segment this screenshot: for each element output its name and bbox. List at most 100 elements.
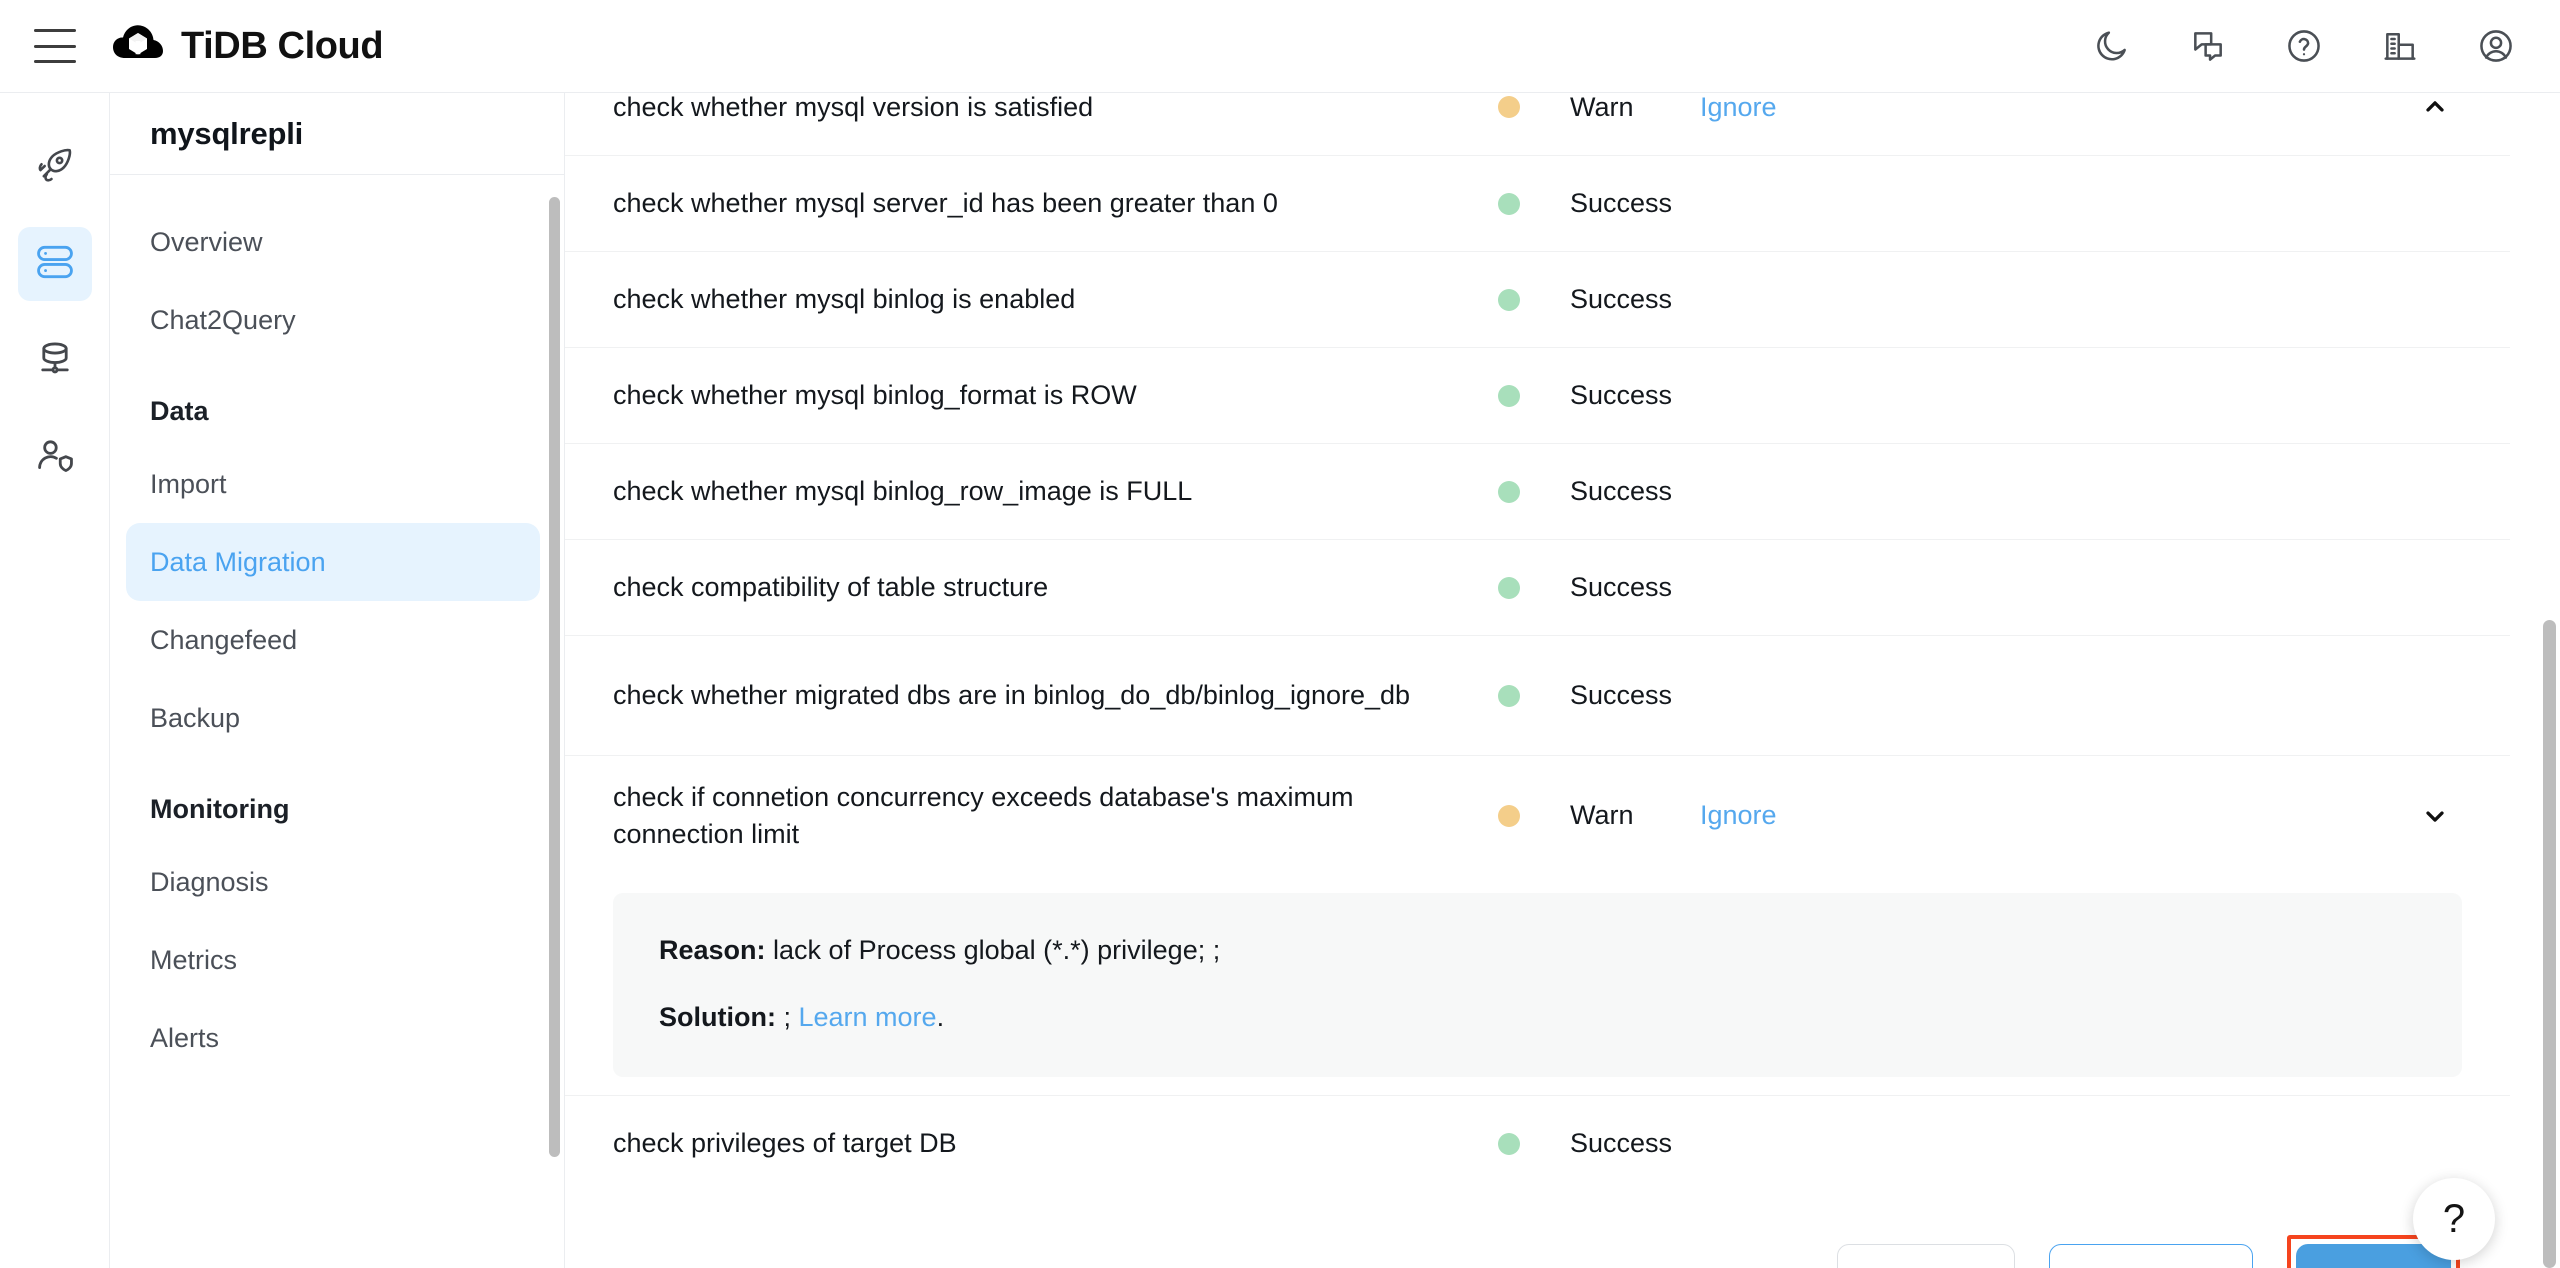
status-badge: Success xyxy=(1570,1128,1673,1159)
detail-reason-text: lack of Process global (*.*) privilege; … xyxy=(765,935,1221,965)
rail-item-clusters[interactable] xyxy=(17,227,92,301)
precheck-row: check whether mysql binlog_row_image is … xyxy=(565,443,2510,539)
sidebar-item-data-migration[interactable]: Data Migration xyxy=(126,523,540,601)
sidebar-item-chat2query[interactable]: Chat2Query xyxy=(126,281,540,359)
rail-item-admin[interactable] xyxy=(18,421,92,495)
sidebar-group-monitoring: Monitoring xyxy=(150,793,290,824)
chevron-placeholder xyxy=(2415,676,2455,716)
dark-mode-icon[interactable] xyxy=(2090,24,2134,68)
precheck-label: check compatibility of table structure xyxy=(613,572,1049,603)
clusters-icon xyxy=(34,241,76,288)
status-dot-success xyxy=(1498,576,1520,599)
hamburger-icon[interactable] xyxy=(34,29,76,63)
chevron-placeholder xyxy=(2415,184,2455,224)
status-dot-success xyxy=(1498,288,1520,311)
previous-button[interactable]: Previous xyxy=(2048,1244,2253,1268)
detail-solution-label: Solution: xyxy=(659,1002,776,1033)
brand-name: TiDB Cloud xyxy=(181,24,384,67)
feedback-icon[interactable] xyxy=(2186,24,2230,68)
detail-reason-label: Reason: xyxy=(659,935,766,965)
precheck-row: check whether mysql server_id has been g… xyxy=(565,155,2510,251)
top-bar: TiDB Cloud xyxy=(0,0,2560,93)
detail-solution: Solution: ; Learn more. xyxy=(659,1000,2416,1035)
precheck-row: check privileges of target DB Success xyxy=(565,1095,2510,1191)
sidebar-item-metrics[interactable]: Metrics xyxy=(126,921,540,999)
status-dot-warn xyxy=(1498,804,1520,827)
chevron-placeholder xyxy=(2415,568,2455,608)
status-dot-warn xyxy=(1498,96,1520,118)
detail-reason: Reason: lack of Process global (*.*) pri… xyxy=(659,933,2416,968)
precheck-label: check whether mysql server_id has been g… xyxy=(613,188,1278,219)
account-icon[interactable] xyxy=(2474,24,2518,68)
sidebar-group-data: Data xyxy=(150,395,209,426)
chevron-down-icon[interactable] xyxy=(2415,796,2455,836)
brand[interactable]: TiDB Cloud xyxy=(112,20,384,72)
detail-solution-prefix: ; xyxy=(775,1002,799,1033)
chevron-placeholder xyxy=(2415,280,2455,320)
precheck-row: check compatibility of table structure Su… xyxy=(565,539,2510,635)
status-badge: Warn xyxy=(1570,93,1634,122)
precheck-detail-panel: Reason: lack of Process global (*.*) pri… xyxy=(613,893,2462,1078)
chevron-up-icon[interactable] xyxy=(2415,93,2455,127)
status-badge: Success xyxy=(1570,188,1673,218)
chevron-placeholder xyxy=(2415,1124,2455,1164)
database-icon xyxy=(34,338,76,385)
precheck-label: check whether mysql version is satisfied xyxy=(613,93,1094,122)
main-content: check whether mysql version is satisfied… xyxy=(565,93,2560,1268)
cancel-button[interactable]: Cancel xyxy=(1836,1244,2015,1268)
status-dot-success xyxy=(1498,1132,1520,1155)
status-badge: Warn xyxy=(1570,800,1634,830)
sidebar-item-changefeed[interactable]: Changefeed xyxy=(126,601,540,679)
learn-more-link[interactable]: Learn more xyxy=(798,1002,936,1032)
precheck-label: check whether mysql binlog_format is ROW xyxy=(613,380,1137,411)
rail-item-data-service[interactable] xyxy=(18,324,92,398)
precheck-row: check whether mysql version is satisfied… xyxy=(565,93,2510,155)
page-scrollbar-thumb[interactable] xyxy=(2543,620,2556,1268)
precheck-label: check whether migrated dbs are in binlog… xyxy=(613,680,1411,711)
sidebar-item-import[interactable]: Import xyxy=(126,445,540,523)
rail-item-getting-started[interactable] xyxy=(18,130,92,204)
precheck-row: check whether mysql binlog is enabled Suc… xyxy=(565,251,2510,347)
status-dot-success xyxy=(1498,384,1520,407)
user-shield-icon xyxy=(34,435,76,482)
status-dot-success xyxy=(1498,480,1520,503)
tidb-cloud-logo-icon xyxy=(112,20,164,72)
status-badge: Success xyxy=(1570,572,1673,602)
help-icon[interactable] xyxy=(2282,24,2326,68)
sidebar-item-alerts[interactable]: Alerts xyxy=(126,999,540,1077)
rocket-icon xyxy=(34,144,76,191)
sidebar-nav: Overview Chat2Query Data Import Data Migrati… xyxy=(110,175,564,1268)
chevron-placeholder xyxy=(2415,472,2455,512)
status-badge: Success xyxy=(1570,680,1673,710)
sidebar: mysqlrepli Overview Chat2Query Data Import D… xyxy=(110,93,565,1268)
ignore-link[interactable]: Ignore xyxy=(1700,800,1900,831)
status-badge: Success xyxy=(1570,380,1673,410)
sidebar-scrollbar[interactable] xyxy=(549,197,560,1157)
precheck-panel: check whether mysql version is satisfied… xyxy=(565,93,2560,1268)
help-fab-button[interactable]: ? xyxy=(2413,1178,2495,1260)
detail-solution-suffix: . xyxy=(936,1002,945,1033)
ignore-link[interactable]: Ignore xyxy=(1700,93,1900,123)
precheck-list: check whether mysql version is satisfied… xyxy=(565,93,2560,1191)
sidebar-header: mysqlrepli xyxy=(110,93,564,175)
precheck-label: check privileges of target DB xyxy=(613,1128,957,1159)
precheck-label: check whether mysql binlog_row_image is … xyxy=(613,476,1193,507)
organization-icon[interactable] xyxy=(2378,24,2422,68)
status-dot-success xyxy=(1498,684,1520,707)
cluster-name: mysqlrepli xyxy=(150,115,304,151)
precheck-label: check whether mysql binlog is enabled xyxy=(613,284,1076,315)
precheck-row: check if connetion concurrency exceeds d… xyxy=(565,755,2510,875)
chevron-placeholder xyxy=(2415,376,2455,416)
topbar-actions xyxy=(2090,24,2518,68)
icon-rail xyxy=(0,93,110,1268)
precheck-label: check if connetion concurrency exceeds d… xyxy=(613,782,1354,849)
precheck-row: check whether migrated dbs are in binlog… xyxy=(565,635,2510,755)
wizard-footer: Cancel Previous Next xyxy=(565,1191,2560,1268)
status-badge: Success xyxy=(1570,284,1673,314)
precheck-row: check whether mysql binlog_format is ROW… xyxy=(565,347,2510,443)
sidebar-item-diagnosis[interactable]: Diagnosis xyxy=(126,843,540,921)
status-dot-success xyxy=(1498,192,1520,215)
sidebar-item-overview[interactable]: Overview xyxy=(126,203,540,281)
sidebar-item-backup[interactable]: Backup xyxy=(126,679,540,757)
status-badge: Success xyxy=(1570,476,1673,506)
